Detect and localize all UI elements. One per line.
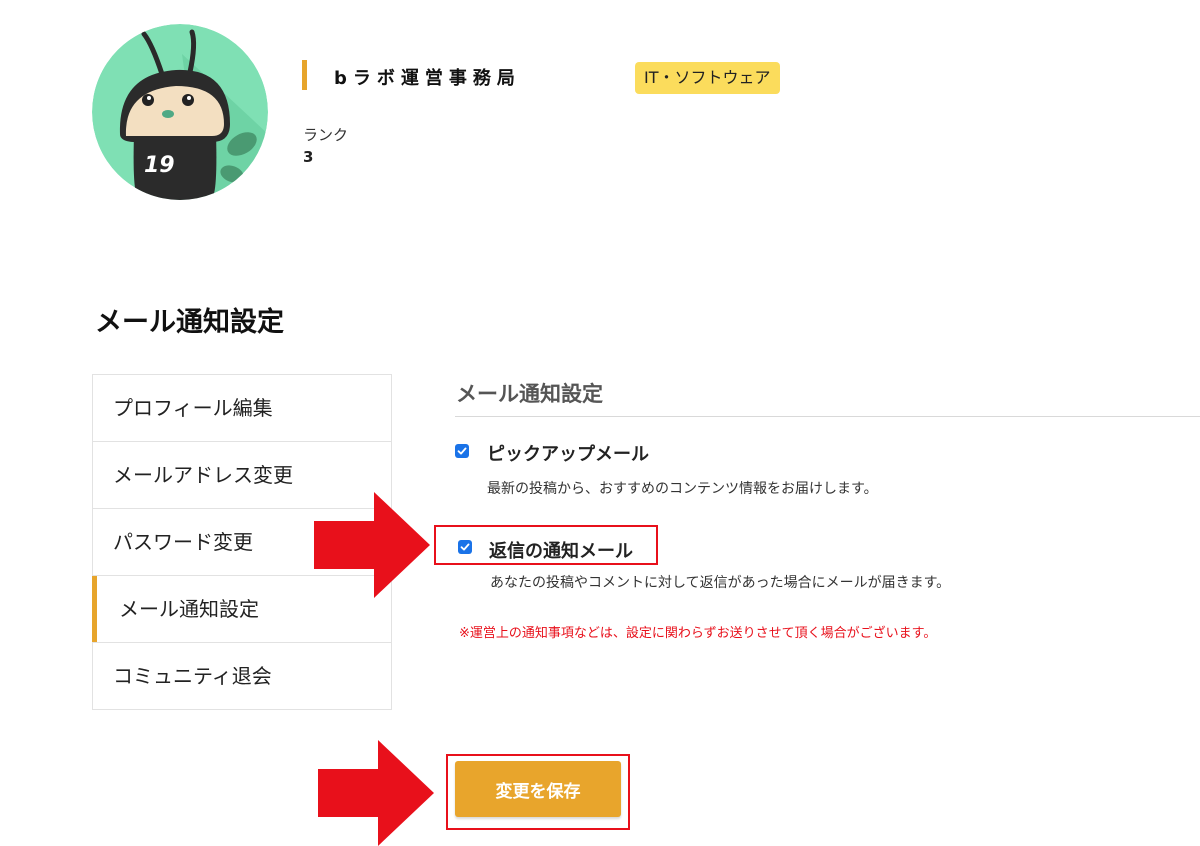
rank-value: 3 [303,148,314,166]
category-badge: IT・ソフトウェア [635,62,780,94]
section-divider [455,416,1200,417]
sidebar-item-community-leave[interactable]: コミュニティ退会 [93,643,391,709]
save-button[interactable]: 変更を保存 [455,761,621,817]
checkmark-icon [460,543,470,551]
reply-notification-label[interactable]: 返信の通知メール [489,537,633,563]
profile-name: bラボ運営事務局 [334,68,521,89]
sidebar-item-profile-edit[interactable]: プロフィール編集 [93,375,391,442]
pickup-mail-label[interactable]: ピックアップメール [487,440,649,466]
arrow-right-icon [314,492,430,598]
reply-notification-checkbox[interactable] [458,540,472,554]
mascot-avatar-icon: 19 [92,24,268,200]
notice-text: ※運営上の通知事項などは、設定に関わらずお送りさせて頂く場合がございます。 [459,626,937,641]
section-heading: メール通知設定 [456,382,603,406]
checkmark-icon [457,447,467,455]
rank-label: ランク [303,126,349,144]
pickup-mail-checkbox[interactable] [455,444,469,458]
arrow-right-icon [318,740,434,846]
avatar: 19 [92,24,268,200]
name-accent-bar [302,60,307,90]
page-title: メール通知設定 [95,307,284,338]
reply-notification-description: あなたの投稿やコメントに対して返信があった場合にメールが届きます。 [490,575,951,591]
svg-text:19: 19 [144,153,175,178]
pickup-mail-description: 最新の投稿から、おすすめのコンテンツ情報をお届けします。 [487,481,878,497]
